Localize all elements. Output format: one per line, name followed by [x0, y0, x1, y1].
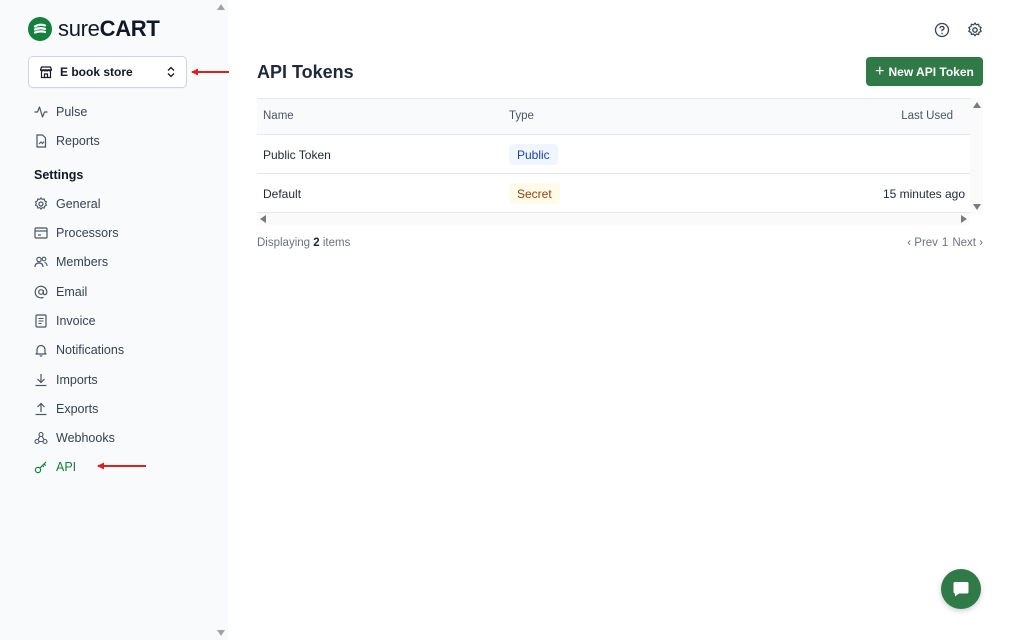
column-header-name[interactable]: Name	[263, 110, 294, 122]
scroll-up-arrow-icon[interactable]	[217, 4, 225, 10]
store-name: E book store	[60, 65, 133, 79]
brand-name: sureCART	[58, 16, 160, 41]
plus-icon: +	[875, 62, 885, 80]
token-last-used: 15 minutes ago	[882, 187, 965, 201]
nav-item-webhooks[interactable]: Webhooks	[34, 428, 204, 448]
token-name: Public Token	[263, 148, 331, 162]
nav-item-email[interactable]: Email	[34, 282, 204, 302]
annotation-arrow-api	[97, 462, 146, 470]
pulse-icon	[34, 106, 48, 118]
token-name: Default	[263, 187, 302, 201]
upload-icon	[35, 402, 47, 416]
chevron-up-down-icon	[167, 66, 175, 78]
processors-icon	[34, 227, 48, 239]
table-vertical-scrollbar[interactable]	[970, 98, 983, 214]
gear-icon	[34, 197, 48, 210]
chat-support-button[interactable]	[941, 569, 981, 609]
table-row[interactable]: Public Token Public	[257, 135, 970, 174]
reports-icon	[36, 134, 47, 148]
new-api-token-button[interactable]: + New API Token	[866, 57, 983, 86]
table-header: Name Type Last Used	[257, 99, 970, 135]
current-page: 1	[941, 237, 949, 249]
scroll-down-arrow-icon[interactable]	[217, 630, 225, 636]
annotation-arrow-store	[191, 68, 229, 76]
api-tokens-table: Name Type Last Used Public Token Public …	[257, 98, 970, 224]
items-count: Displaying 2 items	[257, 237, 351, 249]
scroll-up-arrow-icon[interactable]	[973, 102, 981, 108]
column-header-type[interactable]: Type	[509, 110, 534, 122]
scroll-down-arrow-icon[interactable]	[973, 204, 981, 210]
nav-item-members[interactable]: Members	[34, 252, 204, 272]
webhook-icon	[34, 431, 48, 445]
key-icon	[34, 461, 47, 474]
nav-item-exports[interactable]: Exports	[34, 399, 204, 419]
table-row[interactable]: Default Secret 15 minutes ago	[257, 174, 970, 213]
store-icon	[39, 66, 53, 79]
help-icon[interactable]	[934, 22, 950, 38]
pagination: ‹ Prev 1 Next ›	[907, 237, 983, 249]
table-horizontal-scrollbar[interactable]	[257, 213, 970, 225]
nav-item-reports[interactable]: Reports	[34, 131, 204, 151]
users-icon	[34, 256, 48, 268]
settings-gear-icon[interactable]	[967, 22, 983, 38]
nav-item-processors[interactable]: Processors	[34, 223, 204, 243]
surecart-logo-icon	[28, 17, 52, 41]
nav-item-notifications[interactable]: Notifications	[34, 340, 204, 360]
token-type-badge: Public	[509, 144, 558, 165]
at-icon	[34, 285, 48, 299]
nav-item-pulse[interactable]: Pulse	[34, 102, 204, 122]
nav-item-general[interactable]: General	[34, 194, 204, 214]
store-selector[interactable]: E book store	[28, 56, 187, 88]
surecart-logo[interactable]: sureCART	[28, 16, 160, 42]
sidebar: sureCART E book store Pulse Reports Sett…	[0, 0, 228, 640]
next-page-link[interactable]: Next ›	[952, 237, 983, 249]
token-type-badge: Secret	[509, 183, 560, 204]
bell-icon	[35, 344, 47, 357]
scroll-left-arrow-icon[interactable]	[260, 215, 266, 223]
nav-item-invoice[interactable]: Invoice	[34, 311, 204, 331]
download-icon	[35, 374, 47, 387]
invoice-icon	[35, 314, 47, 328]
prev-page-link[interactable]: ‹ Prev	[907, 237, 938, 249]
scroll-right-arrow-icon[interactable]	[961, 215, 967, 223]
sidebar-scrollbar[interactable]	[215, 0, 228, 640]
settings-section-title: Settings	[34, 168, 84, 182]
nav-item-imports[interactable]: Imports	[34, 370, 204, 390]
page-title: API Tokens	[257, 62, 354, 82]
chat-bubble-icon	[953, 582, 969, 597]
column-header-last-used[interactable]: Last Used	[901, 110, 953, 122]
